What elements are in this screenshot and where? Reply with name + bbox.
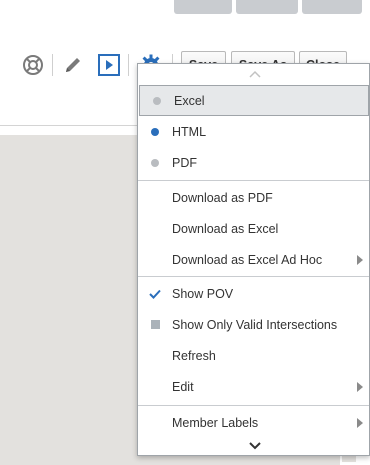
menu-item-download-excel-ad-hoc[interactable]: Download as Excel Ad Hoc — [138, 244, 369, 275]
chevron-down-icon[interactable] — [138, 438, 370, 454]
toolbar-divider — [52, 54, 53, 76]
top-strip — [0, 0, 370, 14]
menu-item-pdf[interactable]: PDF — [138, 147, 369, 178]
actions-menu: Excel HTML PDF Download as PDF Download … — [137, 63, 370, 456]
checkmark-icon — [149, 289, 161, 299]
menu-item-member-labels[interactable]: Member Labels — [138, 407, 369, 438]
menu-item-edit[interactable]: Edit — [138, 371, 369, 402]
menu-item-label: Excel — [174, 93, 205, 108]
lifebuoy-icon[interactable] — [20, 52, 46, 78]
menu-item-label: Download as PDF — [172, 190, 273, 205]
menu-item-label: Edit — [172, 379, 194, 394]
menu-item-label: Show POV — [172, 286, 234, 301]
radio-dot-icon — [153, 96, 161, 105]
chevron-up-icon[interactable] — [138, 66, 370, 82]
top-tab[interactable] — [302, 0, 362, 14]
menu-item-label: Download as Excel Ad Hoc — [172, 252, 323, 267]
menu-divider — [138, 276, 369, 277]
radio-dot-icon — [151, 127, 159, 136]
menu-item-label: Show Only Valid Intersections — [172, 317, 338, 332]
menu-item-excel[interactable]: Excel — [139, 85, 369, 116]
toolbar-divider — [128, 54, 129, 76]
menu-item-show-pov[interactable]: Show POV — [138, 278, 369, 309]
checkbox-square-icon — [150, 320, 160, 329]
top-tab[interactable] — [174, 0, 232, 14]
menu-item-label: Download as Excel — [172, 221, 279, 236]
menu-item-download-excel[interactable]: Download as Excel — [138, 213, 369, 244]
menu-item-label: HTML — [172, 124, 207, 139]
submenu-arrow-icon — [357, 382, 363, 392]
menu-item-label: Member Labels — [172, 415, 259, 430]
menu-item-show-valid-intersections[interactable]: Show Only Valid Intersections — [138, 309, 369, 340]
run-icon[interactable] — [96, 52, 122, 78]
submenu-arrow-icon — [357, 418, 363, 428]
menu-divider — [138, 405, 369, 406]
submenu-arrow-icon — [357, 255, 363, 265]
menu-item-download-pdf[interactable]: Download as PDF — [138, 182, 369, 213]
menu-divider — [138, 180, 369, 181]
menu-item-refresh[interactable]: Refresh — [138, 340, 369, 371]
radio-dot-icon — [151, 158, 159, 167]
menu-item-html[interactable]: HTML — [138, 116, 369, 147]
top-tab[interactable] — [236, 0, 298, 14]
menu-item-label: Refresh — [172, 348, 216, 363]
pencil-icon[interactable] — [60, 52, 86, 78]
menu-item-label: PDF — [172, 155, 197, 170]
